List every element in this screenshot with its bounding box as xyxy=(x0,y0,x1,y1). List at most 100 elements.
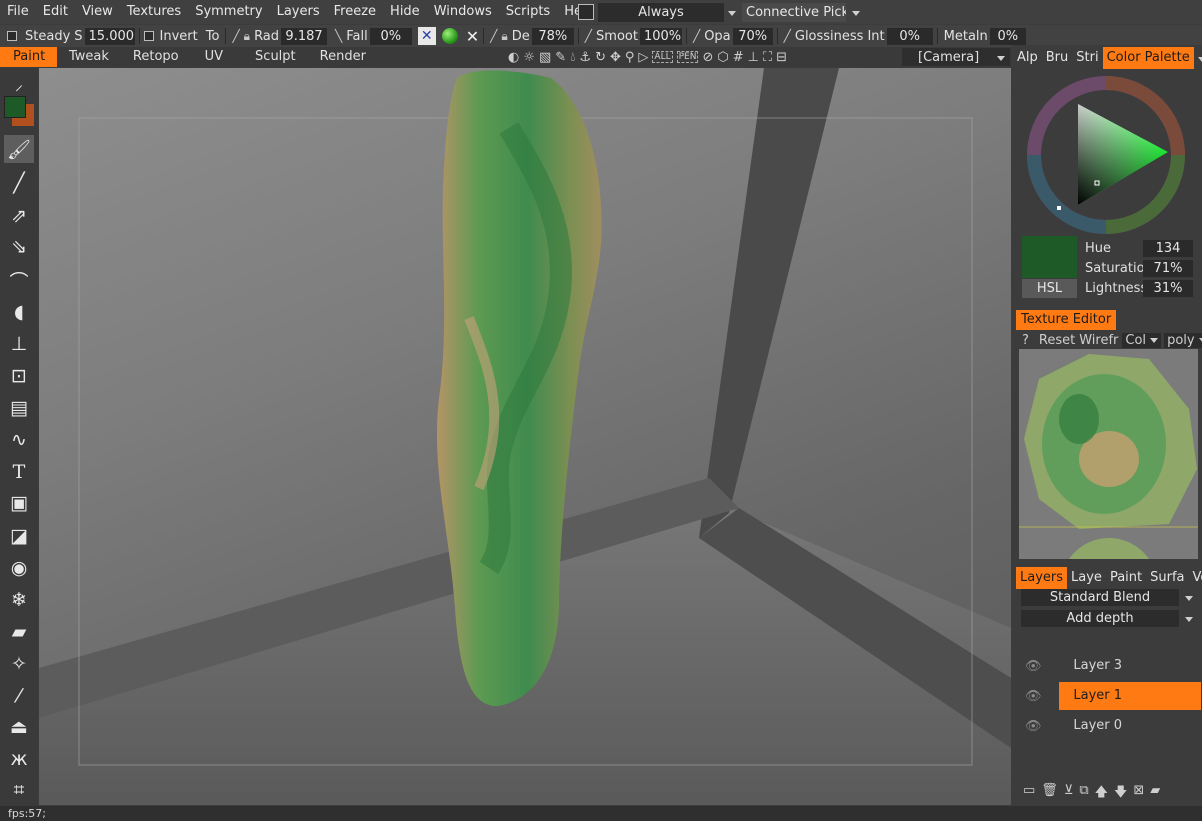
document-icon[interactable]: ▣ xyxy=(4,489,34,517)
layer-row-3[interactable]: 👁︎ Layer 3 xyxy=(1021,652,1201,680)
tab-alpha[interactable]: Alp xyxy=(1013,47,1042,69)
no-icon[interactable]: ⊘ xyxy=(702,50,713,65)
split-brush-icon[interactable]: ⇗ xyxy=(4,202,34,230)
move-up-icon[interactable]: 🡅 xyxy=(1095,783,1108,801)
folder-icon[interactable]: ▰ xyxy=(1150,783,1160,801)
tab-sculpt[interactable]: Sculpt xyxy=(243,47,308,67)
steady-value-field[interactable]: 15.000 xyxy=(84,27,135,45)
lightness-value-field[interactable]: 31% xyxy=(1143,279,1193,297)
menu-edit[interactable]: Edit xyxy=(36,0,75,24)
light-icon[interactable]: ☼ xyxy=(523,50,535,65)
visibility-eye-icon[interactable]: 👁︎ xyxy=(1021,719,1045,734)
depth-pen-icon[interactable]: ╱ xyxy=(488,29,499,43)
tab-paint[interactable]: Paint xyxy=(0,47,57,67)
tab-paint-objects[interactable]: Paint xyxy=(1106,567,1146,589)
tab-surface-materials[interactable]: Surfa xyxy=(1146,567,1188,589)
duplicate-layer-icon[interactable]: ⧉ xyxy=(1079,783,1088,801)
tab-uv[interactable]: UV xyxy=(191,47,243,67)
butterfly-icon[interactable]: ж xyxy=(4,745,34,773)
glossiness-pen-icon[interactable]: ╱ xyxy=(782,29,793,43)
depth-mode-select[interactable]: Add depth xyxy=(1021,610,1197,627)
radius-pen-icon[interactable]: ╱ xyxy=(230,29,241,43)
drop-icon[interactable]: 💧︎ xyxy=(570,50,575,65)
menu-textures[interactable]: Textures xyxy=(120,0,188,24)
menu-layers[interactable]: Layers xyxy=(270,0,327,24)
merge-down-icon[interactable]: ⊻ xyxy=(1064,783,1074,801)
visibility-eye-icon[interactable]: 👁︎ xyxy=(1021,659,1045,674)
opacity-pen-icon[interactable]: ╱ xyxy=(691,29,702,43)
depth-off-icon[interactable]: ✕ xyxy=(417,27,436,45)
anchor-icon[interactable]: ⚓︎ xyxy=(579,50,591,65)
glossiness-value-field[interactable]: 0% xyxy=(886,27,933,45)
stamp-icon[interactable]: ⊥ xyxy=(4,330,34,358)
reset-button[interactable]: Reset xyxy=(1035,333,1079,348)
smudge-icon[interactable]: ⌒ xyxy=(4,266,34,294)
tab-color-palette[interactable]: Color Palette xyxy=(1102,47,1194,69)
tab-brushes[interactable]: Bru xyxy=(1042,47,1073,69)
fill-brush-icon[interactable]: ⇘ xyxy=(4,233,34,261)
depth-value-field[interactable]: 78% xyxy=(531,27,574,45)
hue-value-field[interactable]: 134 xyxy=(1143,239,1193,257)
invert-checkbox[interactable] xyxy=(143,31,154,41)
3d-viewport[interactable] xyxy=(39,68,1011,805)
clear-x-icon[interactable]: ✕ xyxy=(466,27,479,46)
all-icon[interactable]: ALL xyxy=(652,51,673,63)
move-icon[interactable]: ✥ xyxy=(610,50,621,65)
menu-symmetry[interactable]: Symmetry xyxy=(188,0,269,24)
color-wheel[interactable] xyxy=(1023,72,1193,242)
page-icon[interactable]: ▤ xyxy=(4,394,34,422)
poly-select[interactable]: poly xyxy=(1164,332,1202,348)
play-icon[interactable]: ▷ xyxy=(638,50,648,65)
depth-sphere-icon[interactable] xyxy=(441,28,458,44)
metalness-value-field[interactable]: 0% xyxy=(989,27,1026,45)
visibility-eye-icon[interactable]: 👁︎ xyxy=(1021,689,1045,704)
primary-color-swatch[interactable] xyxy=(4,96,26,118)
environment-icon[interactable]: ▧ xyxy=(539,50,551,65)
measure-icon[interactable]: ⌗ xyxy=(4,776,34,804)
eraser-icon[interactable]: ◪ xyxy=(4,522,34,550)
mode-select[interactable]: Always xyxy=(598,2,724,22)
radius-value-field[interactable]: 9.187 xyxy=(281,27,328,45)
tab-retopo[interactable]: Retopo xyxy=(121,47,191,67)
layer-row-0[interactable]: 👁︎ Layer 0 xyxy=(1021,712,1201,740)
iron-icon[interactable]: ⏏ xyxy=(4,713,34,741)
color-mode-button[interactable]: HSL xyxy=(1022,279,1077,298)
color-swatches[interactable] xyxy=(2,94,36,128)
opacity-value-field[interactable]: 70% xyxy=(732,27,773,45)
menu-file[interactable]: File xyxy=(0,0,36,24)
texture-preview[interactable] xyxy=(1019,349,1198,559)
picking-select[interactable]: Connective Picki xyxy=(742,2,846,22)
fit-icon[interactable]: ⛶ xyxy=(763,50,772,65)
curve-icon[interactable]: ∿ xyxy=(4,426,34,454)
picking-chevron-down-icon[interactable] xyxy=(852,5,860,20)
menu-view[interactable]: View xyxy=(75,0,120,24)
color-panel-chevron-icon[interactable] xyxy=(1197,51,1202,66)
falloff-value-field[interactable]: 0% xyxy=(369,27,412,45)
tab-strips[interactable]: Stri xyxy=(1072,47,1102,69)
tab-layers[interactable]: Layers xyxy=(1016,567,1068,589)
tab-voxtree[interactable]: VoxT xyxy=(1189,567,1202,589)
move-down-icon[interactable]: 🡇 xyxy=(1114,783,1127,801)
grid-icon[interactable]: # xyxy=(733,50,744,65)
smooth-pen-icon[interactable]: ╱ xyxy=(583,29,594,43)
menu-freeze[interactable]: Freeze xyxy=(327,0,383,24)
blur-icon[interactable]: ◖ xyxy=(4,298,34,326)
pen-select-icon[interactable]: PEN xyxy=(676,51,699,63)
tab-layer-props[interactable]: Laye xyxy=(1067,567,1106,589)
layout-icon[interactable]: ⊟ xyxy=(776,50,787,65)
line-icon[interactable]: ╱ xyxy=(4,169,34,197)
smooth-value-field[interactable]: 100% xyxy=(639,27,682,45)
zoom-icon[interactable]: ⚲ xyxy=(625,50,635,65)
layer-row-1[interactable]: 👁︎ Layer 1 xyxy=(1021,682,1201,710)
blend-mode-select[interactable]: Standard Blend xyxy=(1021,589,1197,606)
pipette-icon[interactable]: ⁄ xyxy=(4,682,34,710)
flatten-icon[interactable]: ⊠ xyxy=(1133,783,1144,801)
magic-wand-icon[interactable]: ✧ xyxy=(4,650,34,678)
falloff-brush-icon[interactable]: ╲ xyxy=(333,29,344,43)
cube-icon[interactable]: ⬡ xyxy=(717,50,728,65)
tab-render[interactable]: Render xyxy=(308,47,378,67)
help-button[interactable]: ? xyxy=(1016,333,1035,348)
new-layer-icon[interactable]: ▭ xyxy=(1023,783,1035,801)
saturation-value-field[interactable]: 71% xyxy=(1143,259,1193,277)
steady-checkbox[interactable] xyxy=(7,31,17,41)
